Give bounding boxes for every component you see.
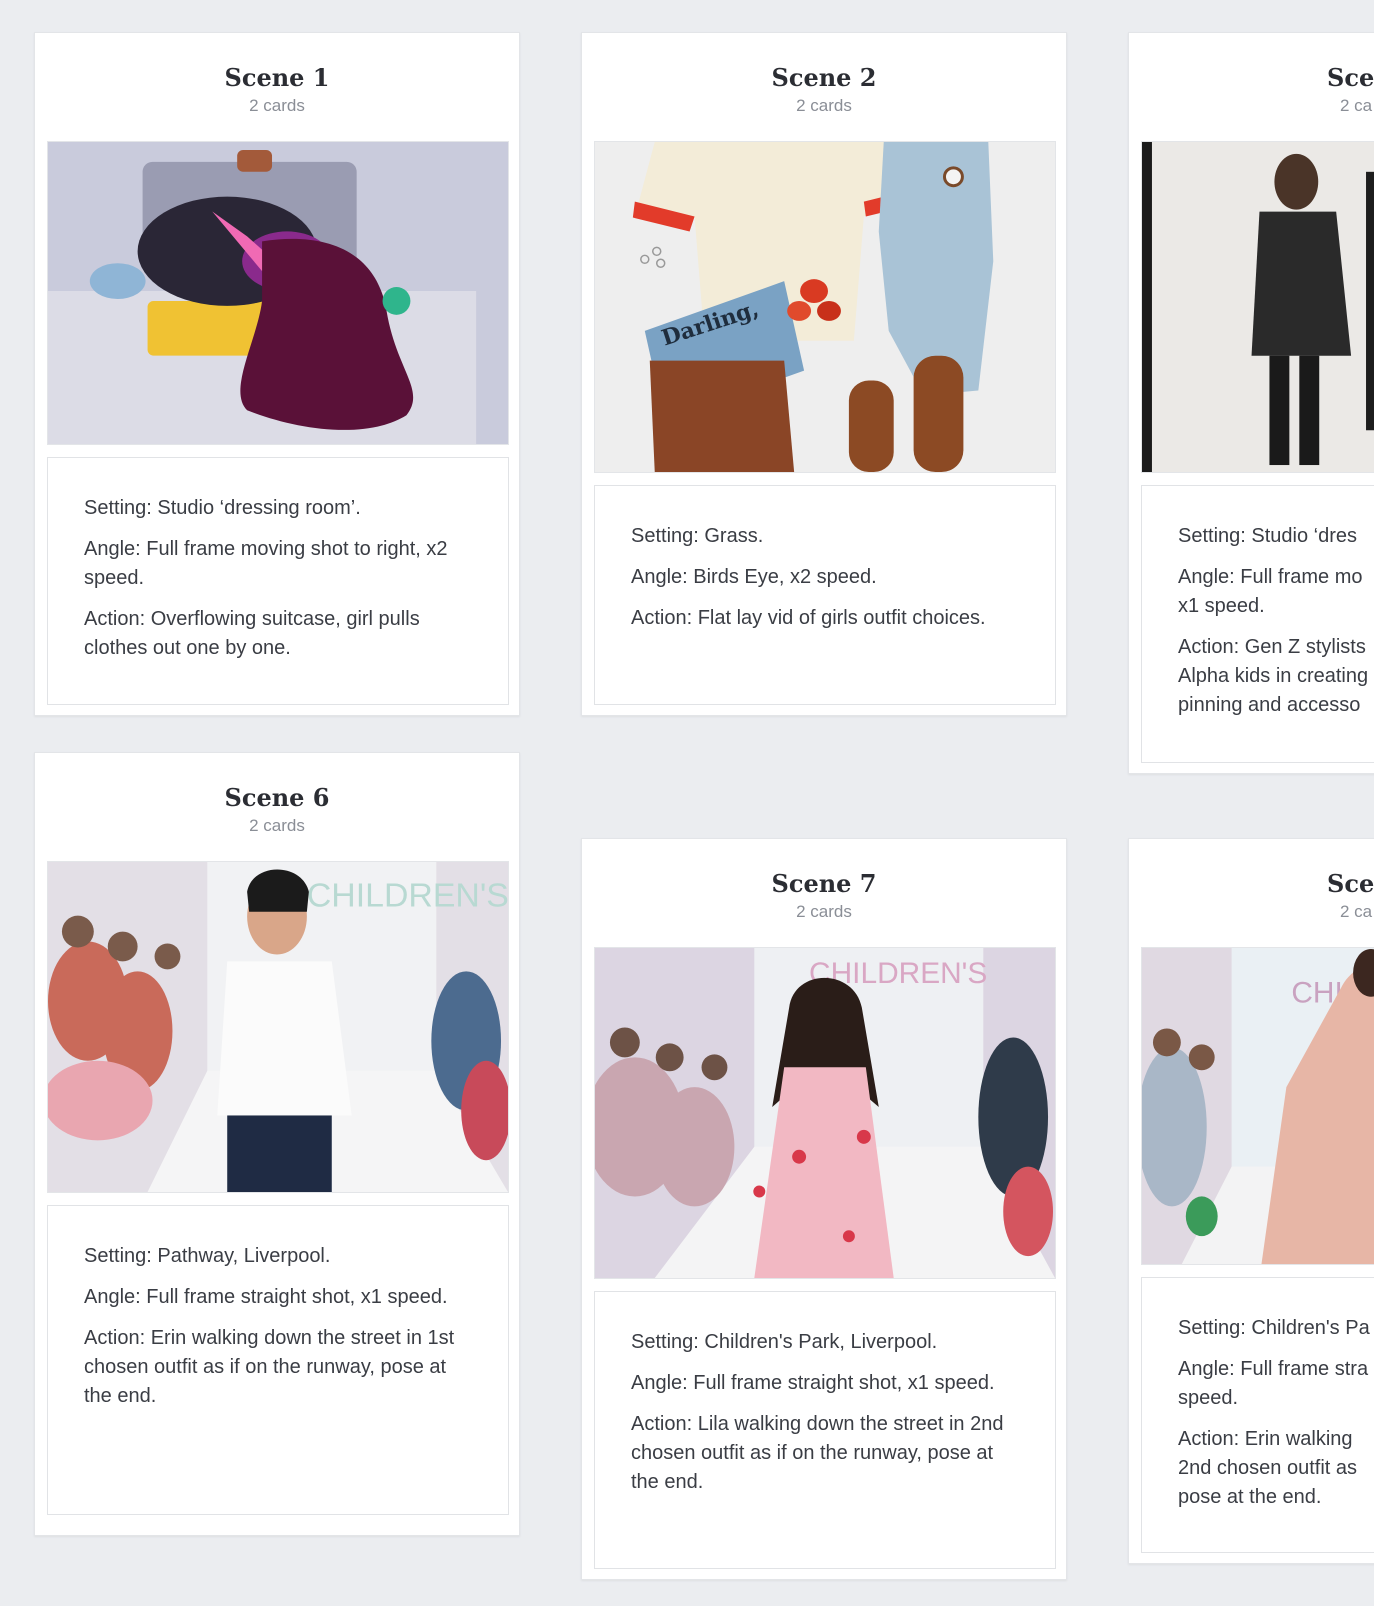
scene-column-6[interactable]: Scene 6 2 cards CHILDREN'S Setting: Path… [34,752,520,1536]
setting-text: Setting: Grass. [631,525,764,547]
scene-title: Scene 1 [224,63,330,92]
action-text: Action: Overflowing suitcase, girl pulls… [84,608,420,659]
scene-note-card[interactable]: Setting: Children's Pa Angle: Full frame… [1141,1277,1374,1553]
action-text: Action: Erin walking down the street in … [84,1327,455,1407]
scene-column-1[interactable]: Scene 1 2 cards Setting: Studio ‘dressin… [34,32,520,716]
scene-card-count: 2 ca [1340,902,1373,921]
scene-note-card[interactable]: Setting: Grass. Angle: Birds Eye, x2 spe… [594,485,1056,705]
angle-text: Angle: Full frame straight shot, x1 spee… [84,1286,448,1308]
suitcase-clothes-photo[interactable] [47,141,509,445]
angle-text: Angle: Full frame stra speed. [1178,1358,1369,1409]
angle-text: Angle: Full frame straight shot, x1 spee… [631,1372,995,1394]
setting-text: Setting: Studio ‘dres [1178,525,1357,547]
flat-lay-outfit-photo[interactable]: Darling, [594,141,1056,473]
scene-title: Scen [1327,869,1374,898]
scene-card-count: 2 cards [249,816,305,835]
scene-column-7[interactable]: Scene 7 2 cards CHILDREN'S Setting: Chil… [581,838,1067,1580]
scene-title: Scene 6 [224,783,330,812]
setting-text: Setting: Children's Pa [1178,1317,1370,1339]
scene-title: Scene 7 [771,869,877,898]
stylist-studio-photo[interactable] [1141,141,1374,473]
action-text: Action: Erin walking 2nd chosen outfit a… [1178,1428,1358,1508]
scene-column-8[interactable]: Scen 2 ca CHILDREN'S Setting: Children's… [1128,838,1374,1564]
scene-column-3[interactable]: Scen 2 ca Setting: Studio ‘dres Angle: F… [1128,32,1374,774]
scene-note-card[interactable]: Setting: Studio ‘dres Angle: Full frame … [1141,485,1374,763]
angle-text: Angle: Birds Eye, x2 speed. [631,566,877,588]
runway-girl-pink-dress-photo[interactable]: CHILDREN'S [594,947,1056,1279]
storyboard-board: Scene 1 2 cards Setting: Studio ‘dressin… [0,0,1374,1606]
scene-card-count: 2 ca [1340,96,1373,115]
action-text: Action: Gen Z stylists Alpha kids in cre… [1178,636,1369,716]
action-text: Action: Flat lay vid of girls outfit cho… [631,607,986,629]
scene-card-count: 2 cards [796,902,852,921]
setting-text: Setting: Children's Park, Liverpool. [631,1331,938,1353]
scene-note-card[interactable]: Setting: Pathway, Liverpool. Angle: Full… [47,1205,509,1515]
setting-text: Setting: Pathway, Liverpool. [84,1245,331,1267]
banner-text: CHILDREN'S [307,877,508,915]
scene-card-count: 2 cards [796,96,852,115]
scene-note-card[interactable]: Setting: Children's Park, Liverpool. Ang… [594,1291,1056,1569]
runway-girl-peach-dress-photo[interactable]: CHILDREN'S [1141,947,1374,1265]
scene-note-card[interactable]: Setting: Studio ‘dressing room’. Angle: … [47,457,509,705]
angle-text: Angle: Full frame moving shot to right, … [84,538,448,589]
scene-column-2[interactable]: Scene 2 2 cards Darling, Setting: Grass.… [581,32,1067,716]
scene-title: Scen [1327,63,1374,92]
runway-girl-white-top-photo[interactable]: CHILDREN'S [47,861,509,1193]
action-text: Action: Lila walking down the street in … [631,1413,1004,1493]
setting-text: Setting: Studio ‘dressing room’. [84,497,361,519]
angle-text: Angle: Full frame mo x1 speed. [1178,566,1363,617]
scene-title: Scene 2 [771,63,877,92]
scene-card-count: 2 cards [249,96,305,115]
